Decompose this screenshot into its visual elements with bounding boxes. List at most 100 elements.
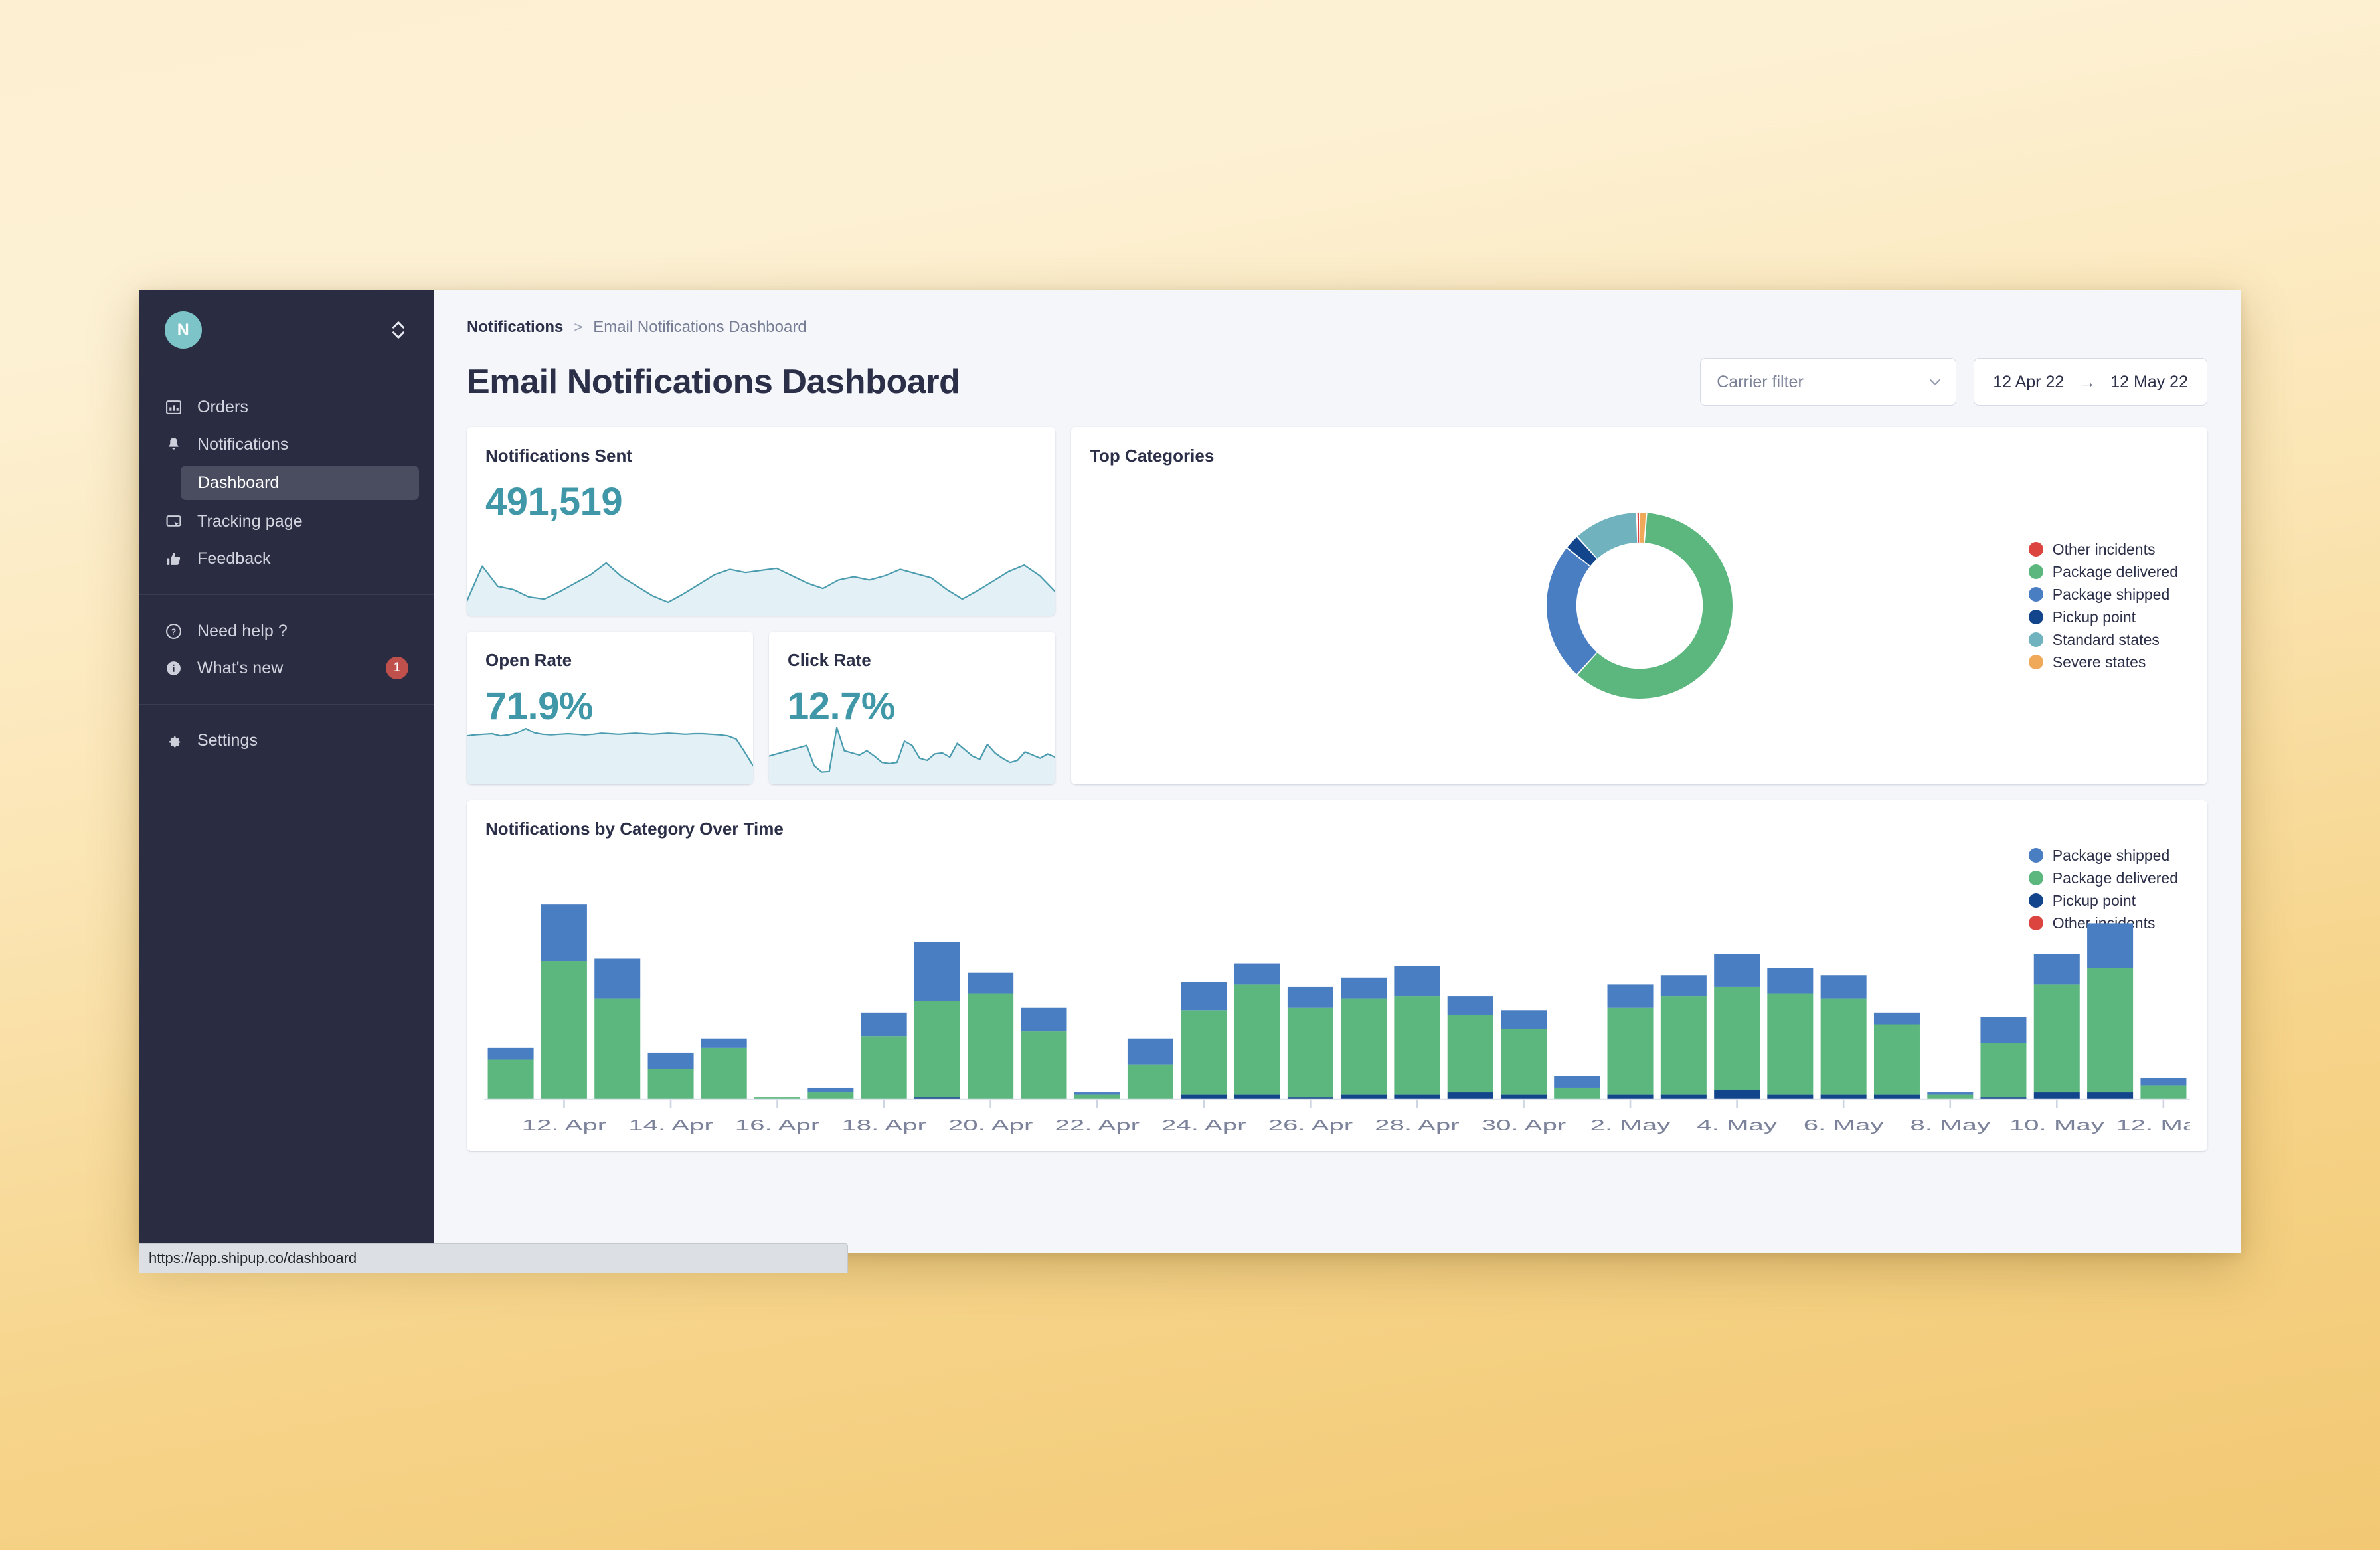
legend-label: Severe states [2053, 653, 2146, 671]
svg-text:2. May: 2. May [1590, 1116, 1671, 1134]
card-notifications-by-category: Notifications by Category Over Time Pack… [467, 800, 2207, 1151]
sidebar-item-label: Need help ? [197, 622, 288, 641]
card-click-rate: Click Rate 12.7% [769, 632, 1055, 784]
svg-text:30. Apr: 30. Apr [1482, 1116, 1567, 1134]
legend-color-dot [2029, 610, 2043, 624]
legend-label: Other incidents [2053, 541, 2156, 559]
sidebar-item-label: Feedback [197, 549, 271, 568]
thumbs-up-icon [165, 550, 183, 568]
sidebar-item-need-help[interactable]: ? Need help ? [139, 612, 434, 649]
legend-color-dot [2029, 587, 2043, 602]
legend-label: Package delivered [2053, 563, 2178, 581]
sidebar-item-dashboard[interactable]: Dashboard [181, 466, 419, 500]
legend-item[interactable]: Pickup point [2029, 606, 2178, 628]
svg-text:12. May: 12. May [2116, 1116, 2190, 1134]
legend-label: Package shipped [2053, 586, 2169, 604]
sidebar-account-switcher[interactable]: N [139, 290, 434, 349]
page-title: Email Notifications Dashboard [467, 362, 960, 402]
legend-color-dot [2029, 632, 2043, 647]
svg-text:?: ? [171, 627, 177, 636]
card-top-categories: Top Categories Other incidentsPackage de… [1071, 427, 2207, 784]
svg-text:24. Apr: 24. Apr [1161, 1116, 1246, 1134]
svg-text:10. May: 10. May [2009, 1116, 2105, 1134]
chevron-right-icon: > [574, 319, 582, 336]
page-title-row: Email Notifications Dashboard Carrier fi… [467, 358, 2207, 406]
svg-text:6. May: 6. May [1804, 1116, 1884, 1134]
status-bar-url-text: https://app.shipup.co/dashboard [149, 1250, 357, 1267]
notifications-sent-value: 491,519 [467, 466, 1055, 524]
bell-icon [165, 436, 183, 454]
legend-item[interactable]: Package shipped [2029, 583, 2178, 606]
card-title: Click Rate [769, 632, 1055, 671]
open-rate-sparkline [467, 721, 753, 784]
avatar: N [165, 311, 202, 349]
kpi-column: Notifications Sent 491,519 Open Rate 71.… [467, 427, 1055, 784]
bars-plot-area: 12. Apr14. Apr16. Apr18. Apr20. Apr22. A… [484, 857, 2190, 1151]
sidebar-item-settings[interactable]: Settings [139, 722, 434, 759]
page-controls: Carrier filter 12 Apr 22 → 12 May 22 [1700, 358, 2207, 406]
legend-item[interactable]: Standard states [2029, 628, 2178, 651]
breadcrumb-parent[interactable]: Notifications [467, 318, 563, 337]
sidebar-item-orders[interactable]: Orders [139, 388, 434, 426]
svg-text:12. Apr: 12. Apr [522, 1116, 607, 1134]
dashboard-row-top: Notifications Sent 491,519 Open Rate 71.… [467, 427, 2207, 784]
legend-label: Standard states [2053, 631, 2160, 649]
kpi-pair: Open Rate 71.9% Click Rate 12.7% [467, 632, 1055, 784]
card-notifications-sent: Notifications Sent 491,519 [467, 427, 1055, 616]
legend-color-dot [2029, 542, 2043, 557]
click-rate-value: 12.7% [769, 671, 1055, 729]
chevron-up-down-icon[interactable] [388, 317, 408, 343]
card-title: Open Rate [467, 632, 753, 671]
svg-text:18. Apr: 18. Apr [841, 1116, 926, 1134]
tracking-page-icon [165, 513, 183, 531]
sidebar-item-whats-new[interactable]: What's new 1 [139, 649, 434, 687]
chevron-down-icon[interactable] [1914, 373, 1956, 390]
sidebar-item-tracking-page[interactable]: Tracking page [139, 503, 434, 540]
sidebar-item-notifications[interactable]: Notifications [139, 426, 434, 463]
svg-text:22. Apr: 22. Apr [1055, 1116, 1140, 1134]
sidebar-subitem-label: Dashboard [198, 474, 279, 493]
open-rate-value: 71.9% [467, 671, 753, 729]
legend-item[interactable]: Package delivered [2029, 560, 2178, 583]
main-content: Notifications > Email Notifications Dash… [434, 290, 2241, 1253]
donut-legend: Other incidents Package delivered Package … [2029, 538, 2178, 673]
arrow-right-icon: → [2079, 372, 2096, 392]
sidebar: N Orders [139, 290, 434, 1253]
sidebar-settings-group: Settings [139, 705, 434, 759]
date-to: 12 May 22 [2110, 373, 2188, 392]
info-circle-icon [165, 659, 183, 677]
date-range-picker[interactable]: 12 Apr 22 → 12 May 22 [1974, 358, 2207, 406]
svg-text:28. Apr: 28. Apr [1375, 1116, 1460, 1134]
svg-text:8. May: 8. May [1910, 1116, 1990, 1134]
breadcrumb: Notifications > Email Notifications Dash… [467, 290, 2207, 337]
bar-chart-icon [165, 398, 183, 416]
card-title: Notifications Sent [467, 427, 1055, 466]
status-bar-url: https://app.shipup.co/dashboard [139, 1243, 848, 1273]
gear-icon [165, 732, 183, 750]
sidebar-item-label: Settings [197, 731, 258, 750]
legend-label: Pickup point [2053, 608, 2136, 626]
notifications-sent-sparkline [467, 552, 1055, 616]
sidebar-item-feedback[interactable]: Feedback [139, 540, 434, 577]
click-rate-sparkline [769, 721, 1055, 784]
svg-text:4. May: 4. May [1697, 1116, 1777, 1134]
sidebar-item-label: What's new [197, 659, 283, 678]
legend-color-dot [2029, 564, 2043, 579]
svg-text:26. Apr: 26. Apr [1268, 1116, 1353, 1134]
carrier-filter-select[interactable]: Carrier filter [1700, 358, 1956, 406]
sidebar-item-label: Notifications [197, 435, 288, 454]
sidebar-help-group: ? Need help ? What's new 1 [139, 595, 434, 687]
sidebar-item-label: Tracking page [197, 512, 303, 531]
legend-color-dot [2029, 655, 2043, 669]
legend-item[interactable]: Other incidents [2029, 538, 2178, 560]
question-circle-icon: ? [165, 622, 183, 640]
carrier-filter-placeholder: Carrier filter [1717, 373, 1804, 392]
legend-item[interactable]: Severe states [2029, 651, 2178, 673]
whats-new-badge: 1 [386, 657, 408, 679]
svg-text:16. Apr: 16. Apr [735, 1116, 820, 1134]
date-from: 12 Apr 22 [1993, 373, 2064, 392]
svg-text:14. Apr: 14. Apr [628, 1116, 713, 1134]
sidebar-item-label: Orders [197, 398, 248, 417]
breadcrumb-current: Email Notifications Dashboard [593, 318, 806, 337]
sidebar-nav: Orders Notifications Dashboard [139, 388, 434, 577]
